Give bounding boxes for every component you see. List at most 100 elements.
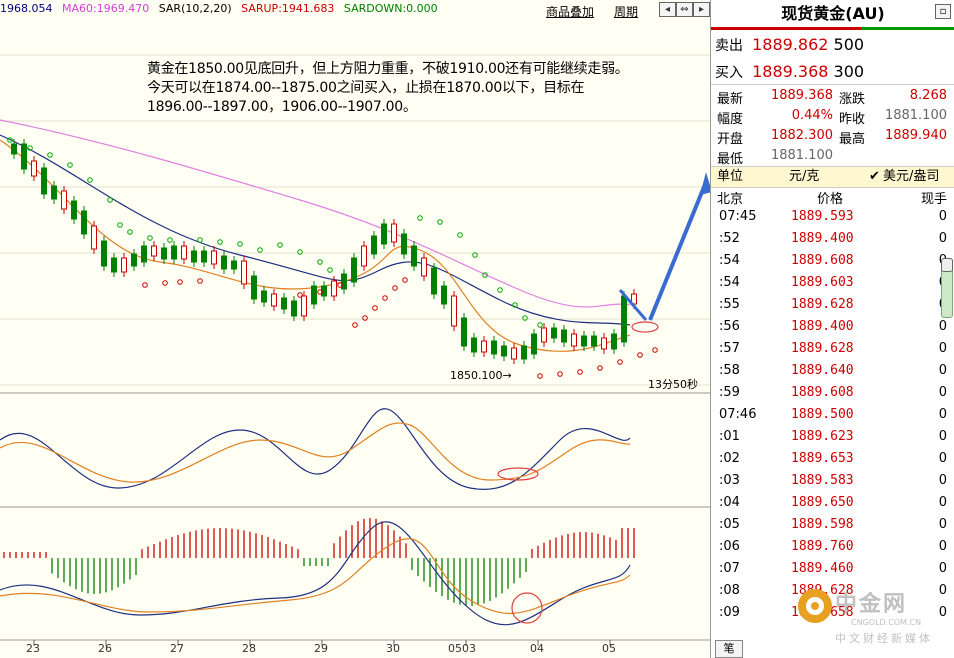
candle-body <box>181 245 187 260</box>
sar-dot-up <box>497 287 503 293</box>
col-price: 价格 <box>817 192 844 207</box>
candle-body <box>151 245 157 257</box>
commentary-line-2: 今天可以在1874.00--1875.00之间买入，止损在1870.00以下，目… <box>147 80 585 96</box>
candle-body <box>251 275 257 300</box>
tick-row: :52 1889.400 0 <box>711 231 954 253</box>
tick-row: :05 1889.598 0 <box>711 517 954 539</box>
tick-price: 1889.608 <box>791 253 854 268</box>
tick-time: :58 <box>719 363 740 378</box>
sar-dot-down <box>382 295 388 301</box>
candle-body <box>81 210 87 235</box>
sar-dot-up <box>117 222 123 228</box>
tick-time: :01 <box>719 429 740 444</box>
unit-bar: 单位 元/克 ✔ 美元/盎司 <box>711 166 954 188</box>
tick-time: :08 <box>719 583 740 598</box>
stat-key: 昨收 <box>839 112 866 127</box>
ma60-line <box>0 119 631 308</box>
candle-body <box>311 285 317 305</box>
sar-dot-up <box>437 219 443 225</box>
candle-body <box>541 327 547 343</box>
tab-trades[interactable]: 笔 <box>715 640 743 658</box>
candle-body <box>611 333 617 350</box>
x-label: 0503 <box>448 642 476 655</box>
watermark-name: 中金网 <box>835 592 908 617</box>
stat-value: 1889.368 <box>770 88 833 103</box>
tick-row: :58 1889.640 0 <box>711 363 954 385</box>
tick-row: :551889.6280 <box>711 297 954 319</box>
sar-dot-up <box>107 197 113 203</box>
tick-time: :06 <box>719 539 740 554</box>
tick-price: 1889.603 <box>791 275 854 290</box>
sar-dot-up <box>277 242 283 248</box>
tick-time: :02 <box>719 451 740 466</box>
tick-volume: 0 <box>938 451 947 466</box>
tick-volume: 0 <box>938 517 947 532</box>
tick-row: :541889.6030 <box>711 275 954 297</box>
tick-volume: 0 <box>938 561 947 576</box>
tick-price: 1889.653 <box>791 451 854 466</box>
tick-volume: 0 <box>938 407 947 422</box>
unit-cny-gram[interactable]: 元/克 <box>789 167 819 187</box>
close-icon[interactable]: ▫ <box>935 4 951 19</box>
cngold-logo-icon <box>798 589 832 623</box>
stat-key: 涨跌 <box>839 92 866 107</box>
stat-value: 1882.300 <box>770 128 833 143</box>
sar-dot-up <box>417 215 423 221</box>
divider <box>711 84 954 85</box>
stat-value: 1881.100 <box>770 148 833 163</box>
candle-body <box>51 185 57 200</box>
stat-value: 0.44% <box>791 108 833 123</box>
tick-price: 1889.593 <box>791 209 854 224</box>
candle-body <box>261 290 267 303</box>
restore-icon[interactable]: ⇔ <box>676 2 693 17</box>
arrow-line <box>648 181 708 321</box>
stat-open: 开盘 1882.300 <box>717 128 833 147</box>
sar-dot-down <box>372 305 378 311</box>
sar-dot-down <box>577 369 583 375</box>
sar-dot-down <box>162 280 168 286</box>
x-label: 23 <box>26 642 40 655</box>
tick-price: 1889.623 <box>791 429 854 444</box>
candle-body <box>521 345 527 360</box>
indicator-legend: 1968.054 MA60:1969.470 SAR(10,2,20) SARU… <box>0 2 444 15</box>
analysis-commentary: 黄金在1850.00见底回升，但上方阻力重重，不破1910.00还有可能继续走弱… <box>147 60 629 117</box>
sar-dot-up <box>167 237 173 243</box>
overlay-link[interactable]: 商品叠加 <box>546 3 594 20</box>
candle-body <box>601 337 607 350</box>
tick-price: 1889.640 <box>791 363 854 378</box>
stat-low: 最低 1881.100 <box>717 148 833 167</box>
candle-body <box>361 245 367 267</box>
unit-usd-oz[interactable]: 美元/盎司 <box>883 167 939 187</box>
tick-row: :02 1889.653 0 <box>711 451 954 473</box>
tick-time: 07:46 <box>719 407 757 422</box>
period-link[interactable]: 周期 <box>614 3 638 20</box>
x-label: 29 <box>314 642 328 655</box>
tick-volume: 0 <box>938 209 947 224</box>
tick-time: :55 <box>719 297 740 312</box>
stat-key: 最新 <box>717 92 744 107</box>
candle-body <box>531 333 537 355</box>
sar-dot-up <box>127 229 133 235</box>
sar-dot-up <box>537 322 543 328</box>
tick-time: :56 <box>719 319 740 334</box>
maximize-icon[interactable]: ▸ <box>693 2 710 17</box>
candle-body <box>201 250 207 263</box>
minimize-icon[interactable]: ◂ <box>659 2 676 17</box>
tick-price: 1889.400 <box>791 231 854 246</box>
sar-dot-down <box>597 365 603 371</box>
sar-dot-down <box>297 292 303 298</box>
countdown-label: 13分50秒 <box>648 378 698 391</box>
scrollbar-thumb[interactable] <box>941 258 953 272</box>
candle-body <box>381 223 387 245</box>
stat-range: 幅度 0.44% <box>717 108 833 127</box>
kline-chart-panel[interactable]: 1968.054 MA60:1969.470 SAR(10,2,20) SARU… <box>0 0 710 658</box>
tick-time: :04 <box>719 495 740 510</box>
tick-row: :59 1889.608 0 <box>711 385 954 407</box>
instrument-title: 现货黄金(AU) <box>781 4 885 23</box>
legend-sardown: SARDOWN:0.000 <box>343 2 438 15</box>
candle-body <box>31 160 37 177</box>
candle-body <box>121 257 127 273</box>
candle-body <box>621 295 627 343</box>
sar-dot-down <box>362 315 368 321</box>
tick-volume: 0 <box>938 495 947 510</box>
